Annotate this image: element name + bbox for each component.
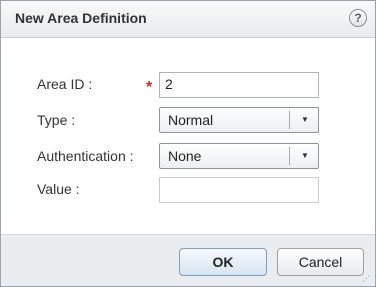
help-icon[interactable]: ? bbox=[349, 9, 367, 27]
chevron-down-icon[interactable]: ▼ bbox=[297, 113, 313, 127]
new-area-definition-dialog: New Area Definition ? Area ID : * 2 Type… bbox=[0, 0, 376, 287]
area-id-label: Area ID : bbox=[37, 76, 93, 92]
type-label: Type : bbox=[37, 112, 76, 128]
dialog-titlebar: New Area Definition ? bbox=[1, 1, 375, 38]
cancel-button[interactable]: Cancel bbox=[277, 248, 364, 276]
chevron-down-icon[interactable]: ▼ bbox=[297, 149, 313, 163]
resize-grip-icon[interactable]: ⋰ bbox=[362, 274, 372, 284]
authentication-select[interactable]: None ▼ bbox=[159, 143, 319, 169]
type-selected-value: Normal bbox=[168, 112, 214, 128]
dialog-footer: OK Cancel ⋰ bbox=[1, 234, 375, 286]
authentication-label: Authentication : bbox=[37, 148, 134, 164]
required-marker: * bbox=[146, 79, 153, 96]
select-divider bbox=[289, 147, 290, 165]
type-select[interactable]: Normal ▼ bbox=[159, 107, 319, 133]
dialog-title: New Area Definition bbox=[15, 10, 147, 26]
authentication-selected-value: None bbox=[168, 148, 202, 164]
select-divider bbox=[289, 111, 290, 129]
ok-button[interactable]: OK bbox=[179, 248, 267, 276]
value-label: Value : bbox=[37, 181, 80, 197]
area-id-input[interactable]: 2 bbox=[159, 72, 319, 98]
value-input[interactable] bbox=[159, 177, 319, 203]
